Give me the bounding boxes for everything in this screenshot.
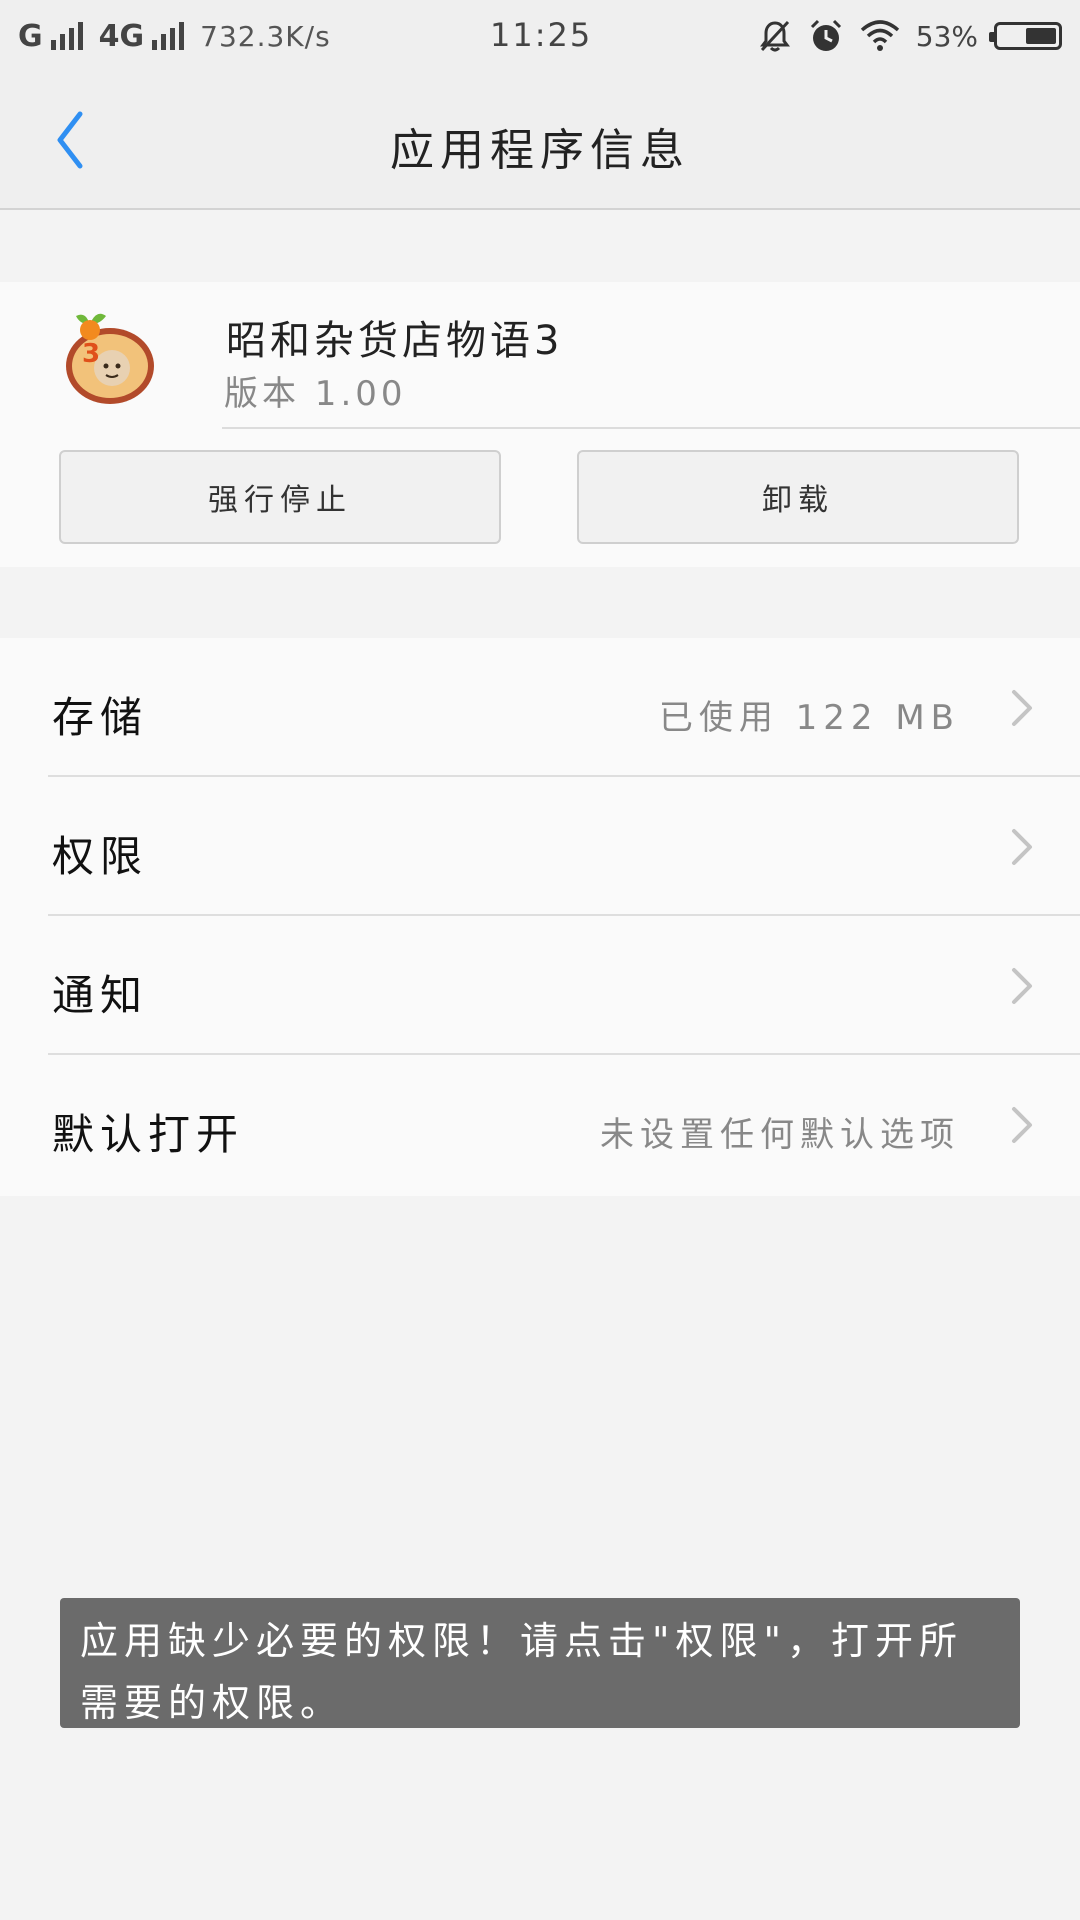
permissions-label: 权限	[52, 832, 149, 881]
chevron-right-icon	[1012, 690, 1032, 726]
storage-value: 已使用 122 MB	[658, 698, 960, 738]
app-name: 昭和杂货店物语3	[226, 318, 564, 364]
uninstall-button[interactable]: 卸载	[577, 450, 1019, 544]
open-by-default-row[interactable]: 默认打开 未设置任何默认选项	[0, 1055, 1080, 1194]
permissions-row[interactable]: 权限	[0, 777, 1080, 916]
open-by-default-value: 未设置任何默认选项	[600, 1115, 960, 1155]
toast-message: 应用缺少必要的权限！请点击"权限"，打开所需要的权限。	[60, 1598, 1020, 1728]
notifications-row[interactable]: 通知	[0, 916, 1080, 1055]
mute-icon	[759, 20, 790, 52]
storage-label: 存储	[52, 693, 149, 742]
app-version: 版本 1.00	[224, 374, 407, 414]
app-info-card: 3 昭和杂货店物语3 版本 1.00 强行停止 卸载	[0, 282, 1080, 567]
chevron-right-icon	[1012, 1107, 1032, 1143]
notifications-label: 通知	[52, 971, 149, 1020]
open-by-default-label: 默认打开	[52, 1110, 245, 1159]
signal-icon	[50, 22, 83, 50]
settings-list: 存储 已使用 122 MB 权限 通知 默认打开 未设置任何默认选项	[0, 638, 1080, 1196]
status-time: 11:25	[490, 16, 593, 54]
title-bar: 应用程序信息	[0, 72, 1080, 210]
battery-percent: 53%	[915, 19, 978, 53]
battery-icon	[989, 22, 1062, 50]
chevron-right-icon	[1012, 829, 1032, 865]
network-label: 4G	[98, 18, 145, 54]
carrier-label: G	[18, 18, 43, 54]
force-stop-button[interactable]: 强行停止	[59, 450, 501, 544]
chevron-right-icon	[1012, 968, 1032, 1004]
app-icon: 3	[66, 313, 154, 404]
storage-row[interactable]: 存储 已使用 122 MB	[0, 638, 1080, 777]
status-left: G 4G 732.3K/s	[18, 18, 331, 54]
network-speed: 732.3K/s	[200, 19, 331, 53]
signal-icon-2	[152, 22, 185, 50]
status-bar: G 4G 732.3K/s 11:25 53%	[0, 0, 1080, 72]
alarm-icon	[810, 19, 841, 51]
card-divider	[222, 427, 1080, 429]
status-right: 53%	[758, 16, 1062, 56]
svg-text:3: 3	[82, 339, 100, 369]
battery-fill	[1026, 28, 1056, 44]
page-title: 应用程序信息	[390, 125, 690, 176]
wifi-icon	[860, 20, 899, 51]
